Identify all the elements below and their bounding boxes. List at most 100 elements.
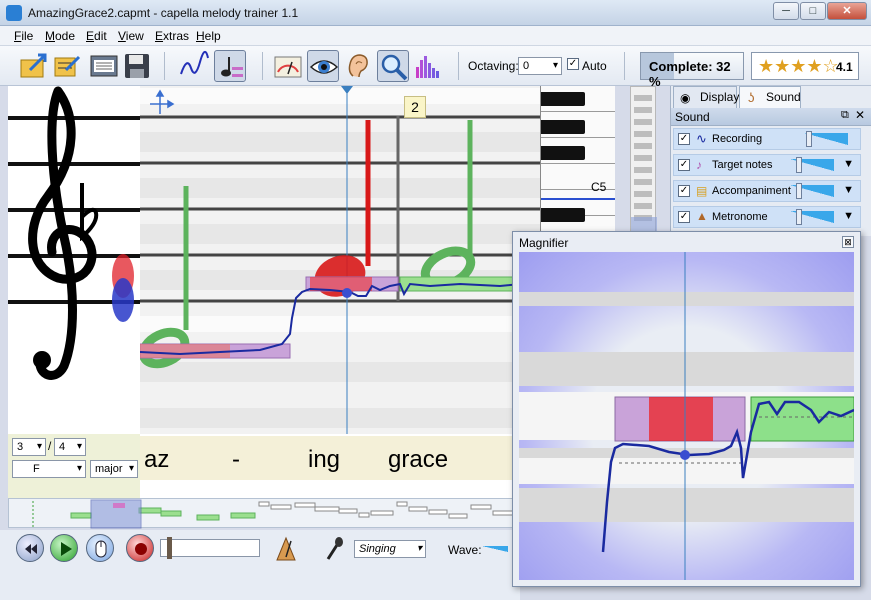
app-icon <box>6 5 22 21</box>
maximize-button[interactable]: □ <box>800 2 826 20</box>
song-overview[interactable] <box>8 498 518 529</box>
time-signature-denominator[interactable]: 4 <box>54 438 86 456</box>
octaving-select[interactable]: 0 <box>518 57 562 75</box>
piano-roll-canvas <box>138 86 540 434</box>
magnified-sung-bar <box>649 397 713 441</box>
rating-stars: ★★★★☆ <box>758 56 839 76</box>
notes-icon: ♪ <box>696 158 702 172</box>
eye-icon[interactable] <box>307 50 339 82</box>
recording-volume-thumb[interactable] <box>806 131 812 147</box>
ear-icon: ʖ <box>748 90 755 105</box>
close-icon[interactable]: ✕ <box>855 108 865 122</box>
recording-checkbox[interactable]: ✓ <box>678 133 690 145</box>
target-notes-label: Target notes <box>712 159 773 171</box>
target-notes-volume-thumb[interactable] <box>796 157 802 173</box>
window-title: AmazingGrace2.capmt - capella melody tra… <box>28 6 299 20</box>
metronome-icon[interactable] <box>272 535 300 563</box>
magnifier-title: Magnifier <box>519 236 569 250</box>
chevron-down-icon[interactable]: ▼ <box>843 158 854 170</box>
lyric-hyphen: - <box>232 446 240 473</box>
sound-row-target-notes[interactable]: ✓ ♪ Target notes ▼ <box>673 154 861 176</box>
microphone-icon[interactable] <box>320 535 348 563</box>
lyric-syllable: grace <box>388 446 449 473</box>
menu-file[interactable]: File <box>14 29 33 43</box>
waveform-icon: ∿ <box>696 131 707 146</box>
tab-display[interactable]: ◉ Display <box>673 86 740 108</box>
mouse-mode-button[interactable] <box>86 534 114 562</box>
open-file-icon[interactable] <box>18 50 50 82</box>
menu-help[interactable]: Help <box>196 29 221 43</box>
complete-text: Complete: 32 % <box>649 59 731 89</box>
auto-checkbox[interactable]: ✓ <box>567 58 579 70</box>
record-button[interactable] <box>126 534 154 562</box>
position-slider-thumb[interactable] <box>167 537 172 559</box>
play-button[interactable] <box>50 534 78 562</box>
menu-view[interactable]: View <box>118 29 144 43</box>
section-title: Sound <box>675 110 710 124</box>
piano-black-key[interactable] <box>541 208 585 222</box>
menu-edit[interactable]: Edit <box>86 29 107 43</box>
import-icon[interactable] <box>52 50 84 82</box>
metronome-checkbox[interactable]: ✓ <box>678 211 690 223</box>
score-settings-icon[interactable] <box>88 50 120 82</box>
wave-slider[interactable] <box>482 546 508 552</box>
accompaniment-checkbox[interactable]: ✓ <box>678 185 690 197</box>
notes-view-icon[interactable] <box>214 50 246 82</box>
time-signature-numerator[interactable]: 3 <box>12 438 46 456</box>
octaving-label: Octaving: <box>468 59 519 73</box>
tab-sound[interactable]: ʖ Sound <box>739 86 801 108</box>
piano-key-label: C5 <box>591 180 607 194</box>
tuner-icon[interactable] <box>272 50 304 82</box>
flat-icon <box>80 183 99 241</box>
accompaniment-volume-thumb[interactable] <box>796 183 802 199</box>
lyrics-bar: az - ing grace <box>140 436 540 480</box>
key-controls: 3 / 4 F major <box>8 434 140 498</box>
metronome-label: Metronome <box>712 211 768 223</box>
title-bar: AmazingGrace2.capmt - capella melody tra… <box>0 0 871 26</box>
piano-black-key[interactable] <box>541 92 585 106</box>
chevron-down-icon[interactable]: ▼ <box>843 184 854 196</box>
magnifier-icon[interactable] <box>377 50 409 82</box>
piano-roll[interactable]: 2 <box>138 86 540 434</box>
chevron-down-icon[interactable]: ▼ <box>843 210 854 222</box>
wave-label: Wave: <box>448 543 482 557</box>
metronome-volume-thumb[interactable] <box>796 209 802 225</box>
magnifier-view <box>519 252 854 580</box>
score-view[interactable]: 2 3 / 4 F major az - ing grace <box>8 86 540 498</box>
ear-icon[interactable] <box>342 50 374 82</box>
save-icon[interactable] <box>121 50 153 82</box>
sound-row-recording[interactable]: ✓ ∿ Recording <box>673 128 861 150</box>
position-slider[interactable] <box>160 537 260 559</box>
tab-display-label: Display <box>700 90 740 104</box>
piano-black-key[interactable] <box>541 120 585 134</box>
recording-label: Recording <box>712 133 763 145</box>
target-notes-checkbox[interactable]: ✓ <box>678 159 690 171</box>
key-select[interactable]: F <box>12 460 86 478</box>
score-sheet-icon: ▤ <box>696 184 708 198</box>
minimize-button[interactable]: ─ <box>773 2 799 20</box>
magnified-piano-roll <box>519 252 854 580</box>
piano-keyboard[interactable]: C5 <box>540 86 615 246</box>
piano-black-key[interactable] <box>541 146 585 160</box>
menu-extras[interactable]: Extras <box>155 29 189 43</box>
target-pitch-marker <box>112 278 134 322</box>
input-mode-select[interactable]: Singing <box>354 540 426 558</box>
menu-mode[interactable]: Mode <box>45 29 75 43</box>
magnifier-window[interactable]: Magnifier ⊠ <box>512 231 861 587</box>
clef-panel <box>8 86 140 434</box>
metronome-icon: ▲ <box>696 209 708 223</box>
magnifier-close-button[interactable]: ⊠ <box>842 236 854 248</box>
lyric-current-syllable: ing <box>308 446 341 473</box>
sound-row-accompaniment[interactable]: ✓ ▤ Accompaniment ▼ <box>673 180 861 202</box>
current-key-highlight <box>541 198 615 200</box>
current-pitch-dot <box>342 288 352 298</box>
statistics-icon[interactable] <box>412 50 444 82</box>
auto-label: Auto <box>582 59 607 73</box>
mode-select[interactable]: major <box>90 460 138 478</box>
dock-icon[interactable]: ⧉ <box>841 109 849 122</box>
pitch-range-strip[interactable] <box>630 86 657 246</box>
pitch-curve-icon[interactable] <box>178 50 210 82</box>
sound-row-metronome[interactable]: ✓ ▲ Metronome ▼ <box>673 206 861 228</box>
close-button[interactable]: ✕ <box>827 2 867 20</box>
rewind-button[interactable] <box>16 534 44 562</box>
